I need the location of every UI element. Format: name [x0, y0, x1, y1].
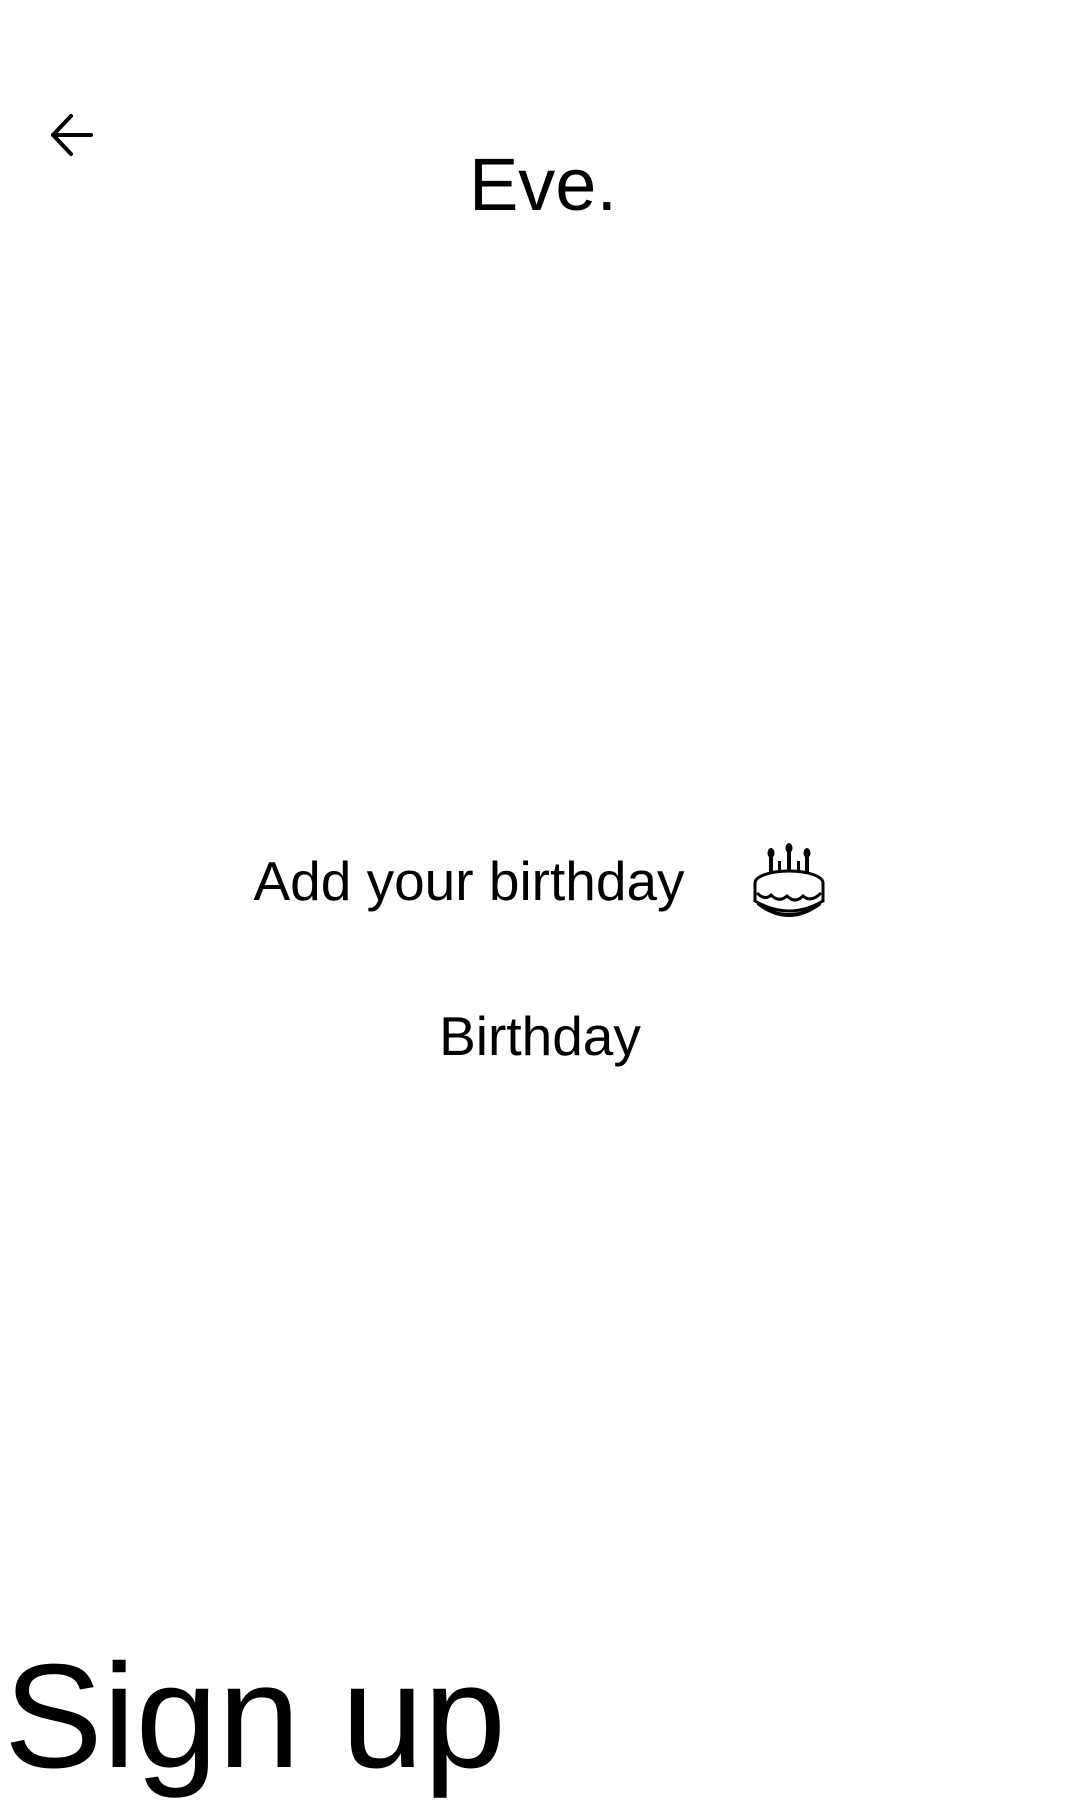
- app-title: Eve.: [468, 143, 618, 226]
- birthday-cake-icon: [685, 843, 827, 919]
- birthday-prompt: Add your birthday: [0, 836, 1080, 926]
- birthday-prompt-label: Add your birthday: [253, 850, 685, 912]
- signup-heading: Sign up: [4, 1634, 506, 1799]
- birthday-field[interactable]: Birthday: [0, 1000, 1080, 1072]
